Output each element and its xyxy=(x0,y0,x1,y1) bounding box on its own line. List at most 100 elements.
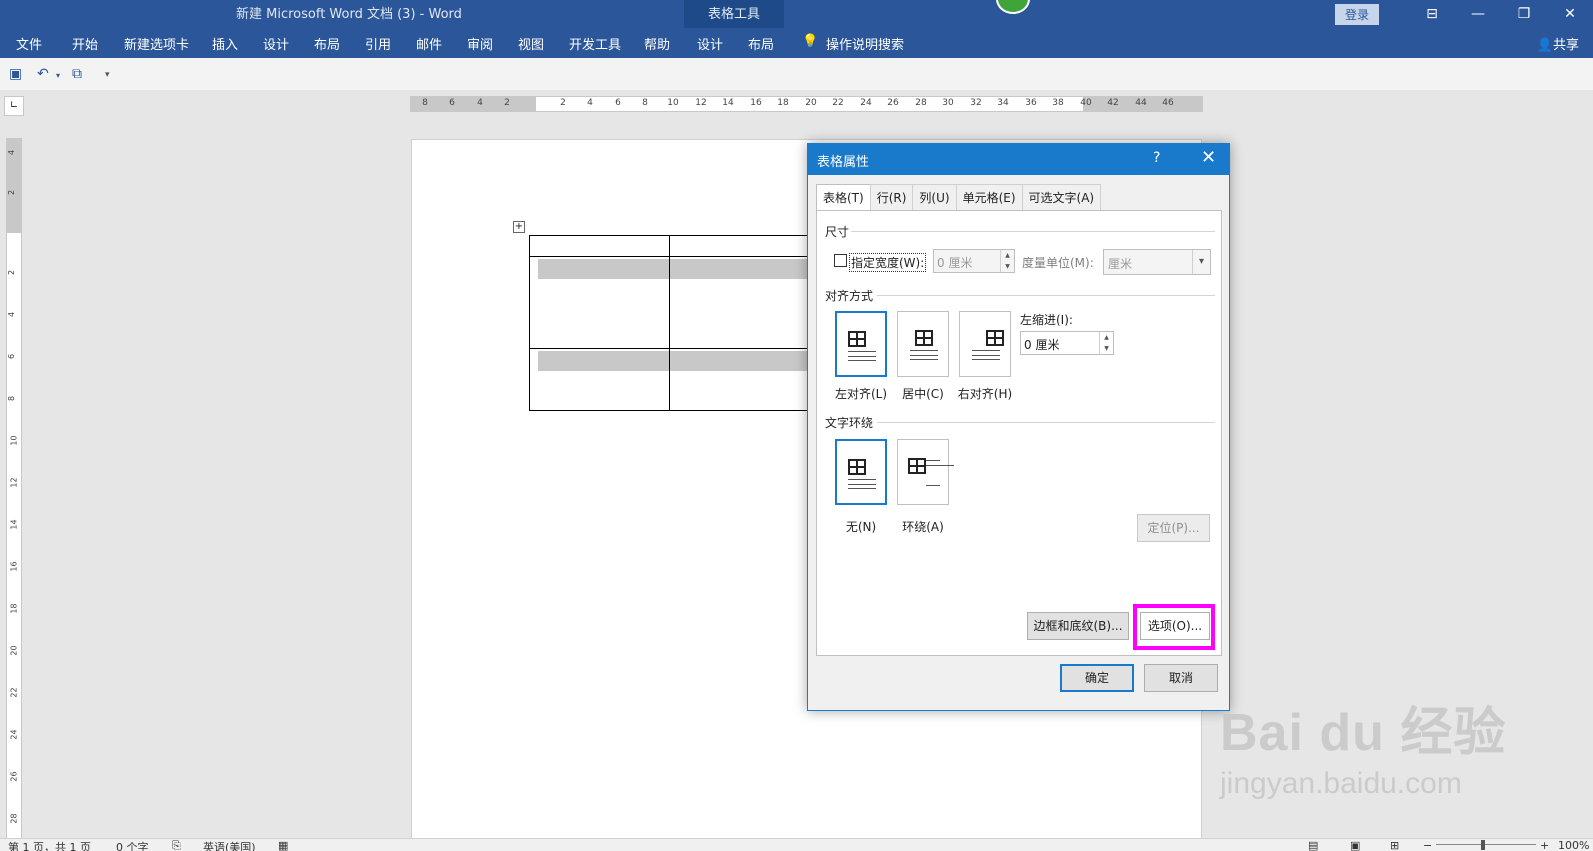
align-right-label: 右对齐(H) xyxy=(957,387,1013,401)
indent-spinner[interactable]: 0 厘米 ▲ ▼ xyxy=(1020,331,1114,355)
wrap-none-option[interactable] xyxy=(835,439,887,505)
ruler-tick: 2 xyxy=(7,189,17,196)
print-layout-icon[interactable]: ▣ xyxy=(1350,839,1360,851)
tab-review[interactable]: 审阅 xyxy=(467,34,493,53)
ribbon-display-icon[interactable]: ⊟ xyxy=(1409,6,1455,22)
undo-icon[interactable]: ↶ xyxy=(37,66,49,82)
text-lines-icon xyxy=(910,350,938,360)
web-layout-icon[interactable]: ⊞ xyxy=(1390,839,1399,851)
ruler-tick: 4 xyxy=(7,311,17,318)
status-bar: 第 1 页，共 1 页 0 个字 ⎘ 英语(美国) ▦ ▤ ▣ ⊞ − + 10… xyxy=(0,838,1593,851)
tab-help[interactable]: 帮助 xyxy=(644,34,670,53)
share-button[interactable]: 👤共享 xyxy=(1537,34,1579,53)
login-button[interactable]: 登录 xyxy=(1334,3,1379,25)
ruler-tick: 26 xyxy=(887,98,899,108)
restore-icon[interactable]: ❐ xyxy=(1501,6,1547,22)
text-lines-icon xyxy=(926,460,954,486)
ruler-tick: 46 xyxy=(1162,98,1174,108)
zoom-level[interactable]: 100% xyxy=(1558,839,1589,851)
dialog-title-bar[interactable]: 表格属性 ? ✕ xyxy=(808,144,1229,175)
wrap-none-label: 无(N) xyxy=(845,520,877,534)
table-cell[interactable] xyxy=(529,235,670,257)
tab-table-layout[interactable]: 布局 xyxy=(748,34,774,53)
minimize-icon[interactable]: — xyxy=(1455,6,1501,22)
ruler-tick: 24 xyxy=(9,729,19,740)
tab-view[interactable]: 视图 xyxy=(518,34,544,53)
table-cell[interactable] xyxy=(668,235,809,257)
read-mode-icon[interactable]: ▤ xyxy=(1308,839,1318,851)
measure-in-value: 厘米 xyxy=(1108,257,1133,271)
help-icon[interactable]: ? xyxy=(1153,150,1160,166)
tab-layout[interactable]: 布局 xyxy=(314,34,340,53)
preferred-width-spinner[interactable]: 0 厘米 ▲ ▼ xyxy=(933,249,1015,273)
tell-me-search[interactable]: 操作说明搜索 xyxy=(826,34,904,53)
tab-new-tab[interactable]: 新建选项卡 xyxy=(124,34,189,53)
align-left-option[interactable] xyxy=(835,311,887,377)
spinner-arrows-icon[interactable]: ▲ ▼ xyxy=(1000,250,1014,272)
ruler-tick: 8 xyxy=(642,98,648,108)
word-count[interactable]: 0 个字 xyxy=(116,839,149,851)
dialog-close-icon[interactable]: ✕ xyxy=(1201,147,1216,168)
tab-table[interactable]: 表格(T) xyxy=(816,184,871,212)
customize-qat-icon[interactable]: ▾ xyxy=(105,70,110,80)
ok-button[interactable]: 确定 xyxy=(1060,664,1134,692)
table-cell[interactable] xyxy=(529,348,670,411)
tab-cell[interactable]: 单元格(E) xyxy=(955,184,1023,210)
ruler-tick: 34 xyxy=(997,98,1009,108)
table-glyph-icon xyxy=(915,330,933,346)
tab-row[interactable]: 行(R) xyxy=(869,184,914,210)
ruler-tick: 4 xyxy=(7,149,17,156)
measure-in-select[interactable]: 厘米 ▾ xyxy=(1103,249,1211,275)
zoom-in-icon[interactable]: + xyxy=(1540,839,1549,851)
language-indicator[interactable]: 英语(美国) xyxy=(203,839,256,851)
proofing-icon[interactable]: ⎘ xyxy=(172,839,181,851)
ruler-tick: 6 xyxy=(615,98,621,108)
tab-selector[interactable]: ∟ xyxy=(4,96,24,116)
zoom-slider-thumb[interactable] xyxy=(1481,840,1485,850)
wrap-around-option[interactable] xyxy=(897,439,954,505)
ruler-tick: 20 xyxy=(9,645,19,656)
spinner-arrows-icon[interactable]: ▲ ▼ xyxy=(1099,332,1113,354)
align-right-option[interactable] xyxy=(959,311,1011,377)
ruler-tick: 2 xyxy=(7,269,17,276)
positioning-button[interactable]: 定位(P)... xyxy=(1137,514,1210,542)
cancel-button[interactable]: 取消 xyxy=(1144,664,1218,692)
tab-alt-text[interactable]: 可选文字(A) xyxy=(1021,184,1102,210)
table-cell[interactable] xyxy=(529,256,670,349)
vertical-ruler[interactable]: 4 2 2 4 6 8 10 12 14 16 18 20 22 24 26 2… xyxy=(6,138,22,838)
tab-file[interactable]: 文件 xyxy=(16,34,42,53)
tab-insert[interactable]: 插入 xyxy=(212,34,238,53)
wrap-around-label: 环绕(A) xyxy=(902,520,944,534)
tab-references[interactable]: 引用 xyxy=(365,34,391,53)
horizontal-ruler[interactable]: 8 6 4 2 2 4 6 8 10 12 14 16 18 20 22 24 … xyxy=(410,96,1203,112)
undo-dropdown-icon[interactable]: ▾ xyxy=(56,71,60,80)
ruler-tick: 8 xyxy=(7,395,17,402)
table-cell[interactable] xyxy=(668,256,809,349)
chevron-down-icon[interactable]: ▾ xyxy=(1192,250,1210,274)
tab-home[interactable]: 开始 xyxy=(72,34,98,53)
ruler-tick: 26 xyxy=(9,771,19,782)
zoom-slider[interactable] xyxy=(1436,844,1536,845)
tab-developer[interactable]: 开发工具 xyxy=(569,34,621,53)
table-move-handle-icon[interactable]: + xyxy=(513,221,525,233)
save-icon[interactable]: ▣ xyxy=(9,66,22,82)
preferred-width-value: 0 厘米 xyxy=(937,256,973,270)
zoom-out-icon[interactable]: − xyxy=(1423,839,1432,851)
touch-mode-icon[interactable]: ⧉ xyxy=(72,66,82,82)
close-icon[interactable]: ✕ xyxy=(1547,6,1593,22)
align-center-label: 居中(C) xyxy=(902,387,944,401)
align-center-option[interactable] xyxy=(897,311,949,377)
tab-table-design[interactable]: 设计 xyxy=(697,34,723,53)
macro-icon[interactable]: ▦ xyxy=(278,839,288,851)
document-table[interactable] xyxy=(529,235,809,411)
preferred-width-checkbox[interactable] xyxy=(834,254,847,267)
tab-mailings[interactable]: 邮件 xyxy=(416,34,442,53)
borders-shading-button[interactable]: 边框和底纹(B)... xyxy=(1027,612,1129,640)
ruler-tick: 12 xyxy=(695,98,707,108)
measure-in-label: 度量单位(M): xyxy=(1022,256,1094,270)
tab-design[interactable]: 设计 xyxy=(263,34,289,53)
tab-column[interactable]: 列(U) xyxy=(912,184,957,210)
table-cell[interactable] xyxy=(668,348,809,411)
page-count[interactable]: 第 1 页，共 1 页 xyxy=(8,839,91,851)
quick-access-toolbar: ▣ ↶ ▾ ⧉ ▾ xyxy=(0,58,1593,90)
